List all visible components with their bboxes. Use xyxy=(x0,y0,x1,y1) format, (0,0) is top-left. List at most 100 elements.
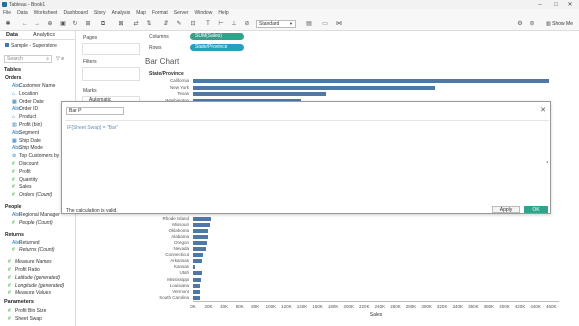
save-icon[interactable]: ▣ xyxy=(60,21,66,27)
field-item[interactable]: # Measure Values xyxy=(8,290,51,296)
bar[interactable] xyxy=(193,259,203,264)
field-item[interactable]: # Measure Names xyxy=(8,259,52,265)
bar[interactable] xyxy=(193,229,209,234)
apply-button[interactable]: Apply xyxy=(492,206,520,213)
calc-name-input[interactable]: Bar P xyxy=(66,107,124,115)
pin-icon[interactable]: ⊢ xyxy=(218,21,224,27)
bar[interactable] xyxy=(193,253,204,258)
menu-data[interactable]: Data xyxy=(17,10,28,16)
field-item[interactable]: # Latitude (generated) xyxy=(8,275,60,281)
bar[interactable] xyxy=(193,295,200,300)
redo-icon[interactable]: → xyxy=(34,21,40,27)
tableau-logo-icon[interactable]: ✱ xyxy=(5,21,11,27)
parameter-item[interactable]: # Sheet Swap xyxy=(8,316,42,322)
field-item[interactable]: # Sales xyxy=(12,184,32,190)
bar[interactable] xyxy=(193,85,436,90)
datasource-item[interactable]: Sample - Superstore xyxy=(5,43,57,49)
bar[interactable] xyxy=(193,223,211,228)
table-group-header[interactable]: Orders xyxy=(5,75,21,81)
bar[interactable] xyxy=(193,79,550,83)
field-item[interactable]: # Profit Ratio xyxy=(8,267,40,273)
field-item[interactable]: # Orders (Count) xyxy=(12,192,52,198)
new-data-source-icon[interactable]: ⊕ xyxy=(47,21,53,27)
menu-help[interactable]: Help xyxy=(218,10,228,16)
close-window-icon[interactable]: ✕ xyxy=(563,0,577,9)
undo-icon[interactable]: ← xyxy=(22,21,28,27)
bar[interactable] xyxy=(193,217,211,221)
field-item[interactable]: ⌂ Location xyxy=(12,91,38,97)
menu-server[interactable]: Server xyxy=(174,10,189,16)
field-item[interactable]: ⊘ Top Customers by P... xyxy=(12,153,68,159)
new-worksheet-icon[interactable]: ⊞ xyxy=(85,21,91,27)
columns-pill[interactable]: SUM(Sales) xyxy=(190,33,244,40)
menu-window[interactable]: Window xyxy=(195,10,213,16)
menu-map[interactable]: Map xyxy=(136,10,146,16)
highlight-icon[interactable]: ✎ xyxy=(176,21,182,27)
bar[interactable] xyxy=(193,247,207,252)
rows-pill[interactable]: State/Province xyxy=(190,44,244,51)
field-item[interactable]: ▦ Order Date xyxy=(12,99,44,105)
fix-axes-icon[interactable]: ⊥ xyxy=(231,21,237,27)
labels-icon[interactable]: T xyxy=(205,21,211,27)
bar[interactable] xyxy=(193,92,326,97)
field-item[interactable]: AbcCustomer Name xyxy=(12,83,55,89)
bar[interactable] xyxy=(193,283,201,288)
filter-fields-icon[interactable]: ▽ ≡ xyxy=(56,56,64,62)
sort-descending-icon[interactable]: ⇵ xyxy=(163,21,169,27)
bar[interactable] xyxy=(193,265,196,270)
fit-select[interactable]: Standard ▼ xyxy=(256,20,296,28)
menu-dashboard[interactable]: Dashboard xyxy=(63,10,87,16)
parameter-item[interactable]: # Profit Bin Size xyxy=(8,308,46,314)
field-item[interactable]: # Quantity xyxy=(12,177,38,183)
refresh-icon[interactable]: ↻ xyxy=(72,21,78,27)
bar[interactable] xyxy=(193,277,202,282)
group-icon[interactable]: ⊡ xyxy=(190,21,196,27)
pause-icon[interactable]: ⊜ xyxy=(529,21,535,27)
formula-editor[interactable]: IF[Sheet Swap] = "Bar" ◂ xyxy=(65,120,549,198)
field-item[interactable]: # People (Count) xyxy=(12,220,53,226)
tab-analytics[interactable]: Analytics xyxy=(33,31,55,40)
field-item[interactable]: AbcShip Mode xyxy=(12,145,43,151)
settings-icon[interactable]: ⚙ xyxy=(517,21,523,27)
bar[interactable] xyxy=(193,271,202,276)
show-cards-icon[interactable]: ▤ xyxy=(306,21,312,27)
show-me-button[interactable]: ▥ Show Me xyxy=(546,20,573,28)
field-item[interactable]: AbcSegment xyxy=(12,130,39,136)
field-item[interactable]: # Longitude (generated) xyxy=(8,283,64,289)
table-group-header[interactable]: Returns xyxy=(5,232,24,238)
scroll-indicator-icon[interactable]: ◂ xyxy=(546,159,548,164)
presentation-mode-icon[interactable]: ▭ xyxy=(322,21,328,27)
menu-format[interactable]: Format xyxy=(152,10,168,16)
filters-shelf[interactable] xyxy=(82,67,140,81)
field-item[interactable]: ⌂ Product xyxy=(12,114,36,120)
menu-file[interactable]: File xyxy=(3,10,11,16)
swap-rows-columns-icon[interactable]: ⇄ xyxy=(133,21,139,27)
menu-story[interactable]: Story xyxy=(94,10,106,16)
close-icon[interactable]: ✕ xyxy=(540,106,546,114)
maximize-icon[interactable]: □ xyxy=(549,0,563,9)
field-item[interactable]: AbcReturned xyxy=(12,240,40,246)
field-item[interactable]: # Returns (Count) xyxy=(12,247,55,253)
tab-data[interactable]: Data xyxy=(6,31,18,40)
bar[interactable] xyxy=(193,289,200,294)
bar[interactable] xyxy=(193,235,209,240)
tooltip-icon[interactable]: ⊘ xyxy=(244,21,250,27)
pages-shelf[interactable] xyxy=(82,43,140,55)
bar[interactable] xyxy=(193,241,207,246)
field-item[interactable]: AbcRegional Manager xyxy=(12,212,60,218)
field-item[interactable]: AbcOrder ID xyxy=(12,106,38,112)
ok-button[interactable]: OK xyxy=(524,206,548,213)
menu-analysis[interactable]: Analysis xyxy=(112,10,131,16)
field-item[interactable]: ▥ Profit (bin) xyxy=(12,122,42,128)
menu-worksheet[interactable]: Worksheet xyxy=(34,10,58,16)
sort-ascending-icon[interactable]: ⇅ xyxy=(146,21,152,27)
duplicate-icon[interactable]: ⧉ xyxy=(100,21,106,27)
minimize-icon[interactable]: – xyxy=(533,0,547,9)
field-item[interactable]: # Profit xyxy=(12,169,31,175)
field-item[interactable]: ▦ Ship Date xyxy=(12,138,41,144)
table-group-header[interactable]: People xyxy=(5,204,21,210)
share-icon[interactable]: ⋈ xyxy=(336,21,342,27)
clear-sheet-icon[interactable]: ⊠ xyxy=(118,21,124,27)
field-search-input[interactable]: Search ⌕ xyxy=(4,55,52,63)
field-item[interactable]: # Discount xyxy=(12,161,38,167)
